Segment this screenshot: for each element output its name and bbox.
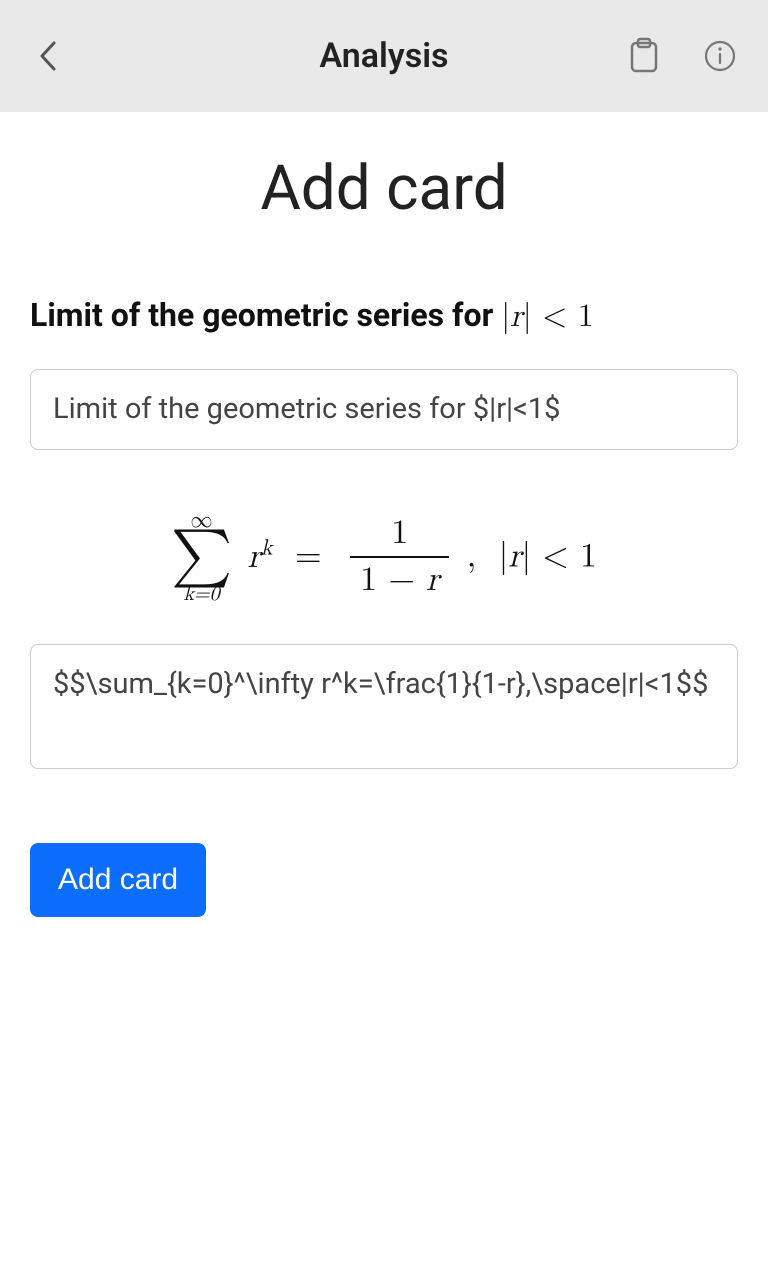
back-button[interactable] bbox=[28, 36, 68, 76]
back-input[interactable] bbox=[30, 644, 738, 769]
header-actions bbox=[624, 36, 740, 76]
front-preview-text: Limit of the geometric series for bbox=[30, 296, 501, 334]
add-card-button[interactable]: Add card bbox=[30, 843, 206, 917]
chevron-left-icon bbox=[37, 39, 59, 73]
front-input[interactable] bbox=[30, 369, 738, 451]
info-icon bbox=[703, 39, 737, 73]
content-area: Add card Limit of the geometric series f… bbox=[0, 112, 768, 957]
info-button[interactable] bbox=[700, 36, 740, 76]
app-header: Analysis bbox=[0, 0, 768, 112]
front-preview-math: |r| < 1 bbox=[501, 301, 594, 333]
page-title: Analysis bbox=[319, 36, 448, 76]
front-preview: Limit of the geometric series for |r| < … bbox=[30, 295, 738, 339]
clipboard-button[interactable] bbox=[624, 36, 664, 76]
back-preview-formula: ∞ ∑ k=0 rk = 1 1 − r , |r| < 1 bbox=[30, 510, 738, 604]
clipboard-icon bbox=[628, 37, 660, 75]
page-heading: Add card bbox=[30, 152, 738, 225]
